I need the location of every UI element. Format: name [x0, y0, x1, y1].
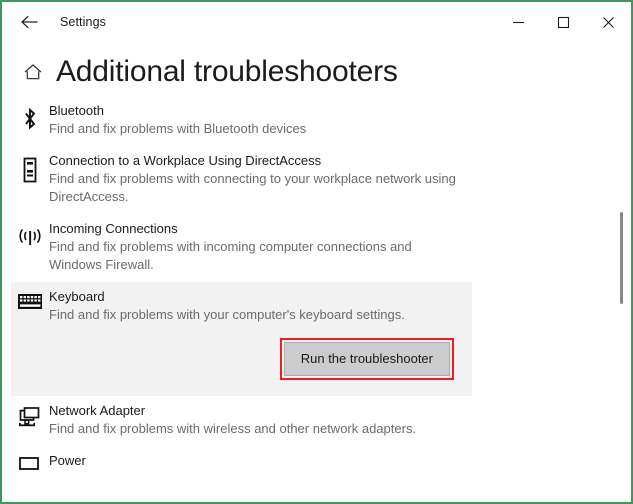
page-title: Additional troubleshooters [56, 55, 398, 88]
network-adapter-icon [11, 402, 49, 438]
list-item-title: Bluetooth [49, 103, 104, 118]
settings-window: Settings Additional troubleshooters Blue… [0, 0, 633, 504]
list-item-description: Find and fix problems with wireless and … [49, 421, 417, 436]
bluetooth-icon [11, 102, 49, 138]
list-item-incoming-connections[interactable]: Incoming Connections Find and fix proble… [11, 214, 472, 282]
run-troubleshooter-highlight: Run the troubleshooter [279, 338, 454, 380]
list-item-title: Incoming Connections [49, 221, 178, 236]
list-item-description: Find and fix problems with connecting to… [49, 171, 456, 204]
list-item-text: Connection to a Workplace Using DirectAc… [49, 152, 472, 206]
caption-buttons [496, 2, 631, 42]
home-icon[interactable] [16, 61, 50, 83]
list-item-power[interactable]: Power [11, 446, 472, 486]
list-item-keyboard[interactable]: Keyboard Find and fix problems with your… [11, 282, 472, 396]
list-item-title: Power [49, 453, 86, 468]
list-item-bluetooth[interactable]: Bluetooth Find and fix problems with Blu… [11, 96, 472, 146]
list-item-directaccess[interactable]: Connection to a Workplace Using DirectAc… [11, 146, 472, 214]
list-item-network-adapter[interactable]: Network Adapter Find and fix problems wi… [11, 396, 472, 446]
list-item-action: Run the troubleshooter [49, 324, 466, 390]
list-item-title: Keyboard [49, 289, 105, 304]
list-item-text: Bluetooth Find and fix problems with Blu… [49, 102, 472, 138]
scrollbar-thumb[interactable] [620, 212, 623, 304]
app-title: Settings [60, 15, 106, 29]
list-item-description: Find and fix problems with incoming comp… [49, 239, 412, 272]
title-bar: Settings [2, 2, 631, 42]
minimize-button[interactable] [496, 6, 541, 38]
troubleshooter-list: Bluetooth Find and fix problems with Blu… [2, 96, 617, 502]
power-icon [11, 452, 49, 478]
close-button[interactable] [586, 6, 631, 38]
list-item-description: Find and fix problems with your computer… [49, 307, 405, 322]
vertical-scrollbar[interactable] [615, 46, 627, 502]
list-item-text: Power [49, 452, 472, 478]
list-item-title: Connection to a Workplace Using DirectAc… [49, 153, 322, 168]
list-item-text: Keyboard Find and fix problems with your… [49, 288, 472, 390]
back-button[interactable] [8, 7, 52, 37]
list-item-description: Find and fix problems with Bluetooth dev… [49, 121, 307, 136]
keyboard-icon [11, 288, 49, 390]
run-the-troubleshooter-button[interactable]: Run the troubleshooter [283, 342, 450, 376]
maximize-button[interactable] [541, 6, 586, 38]
list-item-title: Network Adapter [49, 403, 146, 418]
antenna-broadcast-icon [11, 220, 49, 274]
list-item-text: Network Adapter Find and fix problems wi… [49, 402, 472, 438]
workplace-device-icon [11, 152, 49, 206]
page-header: Additional troubleshooters [2, 50, 398, 94]
list-item-text: Incoming Connections Find and fix proble… [49, 220, 472, 274]
